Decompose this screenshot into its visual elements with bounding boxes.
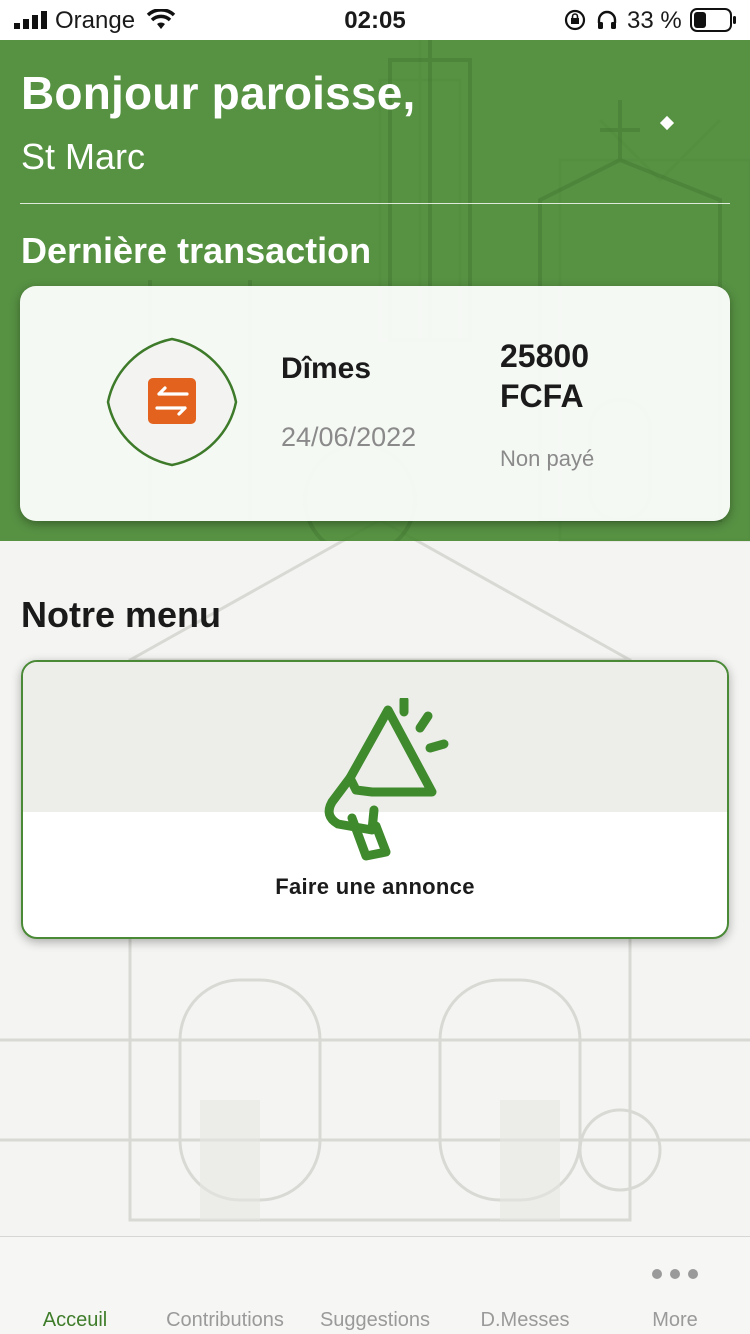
tab-d-messes[interactable]: D.Messes [450, 1237, 600, 1334]
transaction-type: Dîmes [281, 352, 372, 385]
megaphone-icon [324, 698, 449, 861]
menu-item-make-announcement[interactable]: Faire une annonce [21, 660, 729, 939]
headphones-icon [597, 10, 617, 29]
tab-bar: Acceuil Contributions Suggestions D.Mess… [0, 1236, 750, 1334]
transaction-status: Non payé [500, 446, 595, 471]
tab-suggestions[interactable]: Suggestions [300, 1237, 450, 1334]
tab-label: Contributions [166, 1309, 284, 1331]
orientation-lock-icon [564, 9, 586, 31]
battery-percentage: 33 % [627, 7, 682, 34]
last-transaction-card[interactable]: Dîmes 24/06/2022 25800 FCFA Non payé [20, 286, 730, 521]
tab-more[interactable]: More [600, 1237, 750, 1334]
tab-label: More [652, 1309, 698, 1331]
battery-icon [690, 8, 736, 32]
menu-item-label: Faire une annonce [275, 874, 475, 899]
status-bar: Orange 02:05 33 % [0, 0, 750, 40]
options-button[interactable] [658, 114, 676, 132]
menu-title: Notre menu [21, 594, 222, 635]
last-transaction-title: Dernière transaction [21, 230, 372, 271]
transfer-arrows-icon [148, 378, 196, 424]
greeting-text: Bonjour paroisse, [21, 67, 416, 119]
tab-acceuil[interactable]: Acceuil [0, 1237, 150, 1334]
tab-label: D.Messes [480, 1309, 570, 1331]
header-divider [20, 203, 730, 204]
parish-name: St Marc [21, 136, 146, 177]
tab-contributions[interactable]: Contributions [150, 1237, 300, 1334]
transaction-date: 24/06/2022 [281, 422, 417, 452]
diamond-icon [659, 115, 675, 131]
tab-label: Suggestions [319, 1309, 431, 1331]
tab-label: Acceuil [42, 1309, 108, 1331]
transaction-amount-value: 25800 [500, 338, 589, 374]
transaction-amount: 25800 FCFA [500, 336, 589, 416]
transaction-currency: FCFA [500, 378, 584, 414]
more-dots-icon [652, 1269, 698, 1279]
transaction-type-badge [106, 337, 238, 467]
